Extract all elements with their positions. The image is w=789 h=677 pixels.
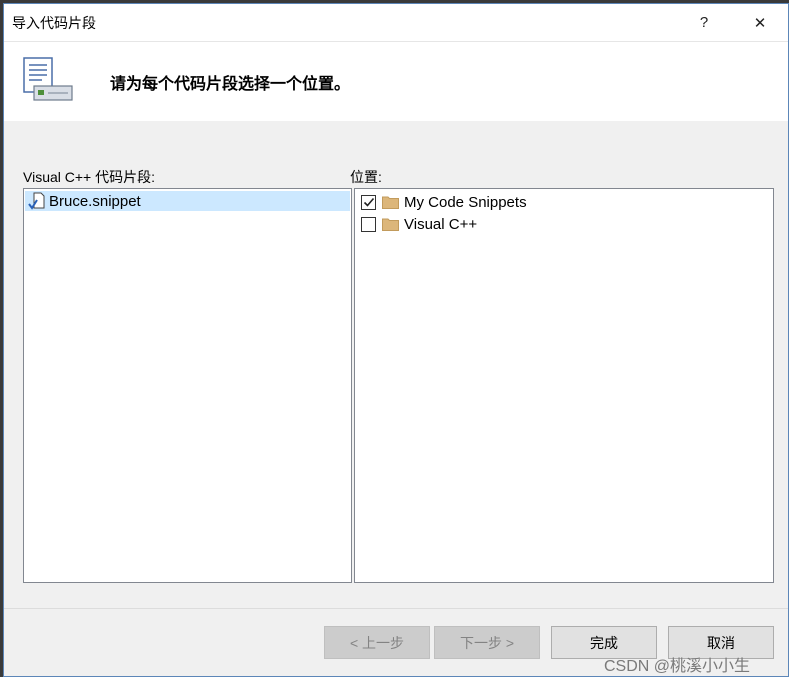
visual-cpp-checkbox[interactable] xyxy=(361,216,376,232)
window-title: 导入代码片段 xyxy=(12,15,96,31)
checkmark-icon xyxy=(363,197,374,207)
footer-divider xyxy=(4,608,788,609)
snippet-label: Bruce.snippet xyxy=(49,192,141,210)
location-list-label: 位置: xyxy=(350,169,382,185)
folder-icon xyxy=(382,196,399,209)
location-label: My Code Snippets xyxy=(404,193,527,211)
folder-icon xyxy=(382,218,399,231)
previous-button[interactable]: < 上一步 xyxy=(324,626,430,659)
location-item-my-code-snippets[interactable]: My Code Snippets xyxy=(361,192,527,212)
watermark: CSDN @桃溪小小生 xyxy=(604,658,751,675)
title-bar: 导入代码片段 ? ✕ xyxy=(4,4,788,41)
document-snippet-icon xyxy=(23,57,73,101)
header-band: 请为每个代码片段选择一个位置。 xyxy=(4,41,788,121)
snippet-file-icon xyxy=(28,192,45,210)
close-button[interactable]: ✕ xyxy=(737,4,783,41)
import-snippets-dialog: 导入代码片段 ? ✕ 请为每个代码片段选择一个位置。 Visual C++ 代码… xyxy=(3,3,789,677)
location-list[interactable]: My Code Snippets Visual C++ xyxy=(354,188,774,583)
snippets-list-label: Visual C++ 代码片段: xyxy=(23,169,156,185)
location-item-visual-cpp[interactable]: Visual C++ xyxy=(361,214,477,234)
header-title: 请为每个代码片段选择一个位置。 xyxy=(110,76,351,93)
list-item-bruce-snippet[interactable]: Bruce.snippet xyxy=(25,191,350,211)
snippets-list[interactable]: Bruce.snippet xyxy=(23,188,352,583)
my-code-snippets-checkbox[interactable] xyxy=(361,194,376,210)
help-button[interactable]: ? xyxy=(681,4,727,41)
next-button[interactable]: 下一步 > xyxy=(434,626,540,659)
location-label: Visual C++ xyxy=(404,215,478,233)
